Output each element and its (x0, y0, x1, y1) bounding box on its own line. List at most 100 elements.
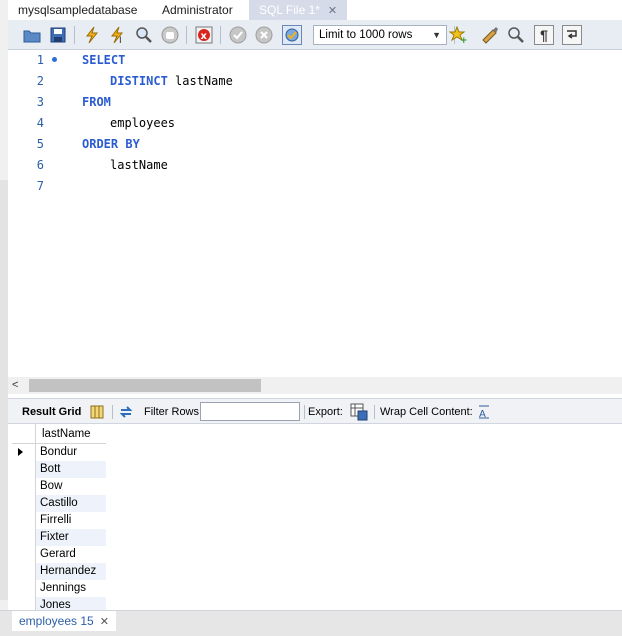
code-line: ORDER BY (82, 137, 140, 151)
tab-label: mysqlsampledatabase (18, 3, 138, 17)
row-header[interactable] (12, 444, 36, 461)
tab-label: SQL File 1* (259, 3, 320, 17)
close-tab-icon[interactable]: ✕ (328, 5, 337, 17)
toggle-error-icon[interactable]: x (194, 25, 214, 45)
sql-identifier: lastName (110, 158, 168, 172)
line-number: 7 (36, 179, 44, 193)
code-line: lastName (110, 158, 168, 172)
result-tab-employees[interactable]: employees 15 ✕ (12, 611, 116, 631)
sql-keyword: FROM (82, 95, 111, 109)
table-cell[interactable]: Bow (36, 478, 106, 495)
limit-rows-select[interactable]: Limit to 1000 rows ▼ (313, 25, 447, 45)
code-line: employees (110, 116, 175, 130)
tab-administrator[interactable]: Administrator (152, 0, 243, 20)
table-row[interactable]: Hernandez (12, 563, 106, 580)
tab-sql-file-1[interactable]: SQL File 1* ✕ (249, 0, 348, 20)
line-number: 1 (36, 53, 44, 67)
table-cell[interactable]: Bondur (36, 444, 106, 461)
row-header[interactable] (12, 512, 36, 529)
bookmark-icon[interactable]: + (448, 25, 468, 45)
code-line: FROM (82, 95, 111, 109)
sql-keyword: DISTINCT (110, 74, 168, 88)
statement-marker-icon (52, 57, 57, 62)
table-row[interactable]: Bondur (12, 444, 106, 461)
refresh-icon[interactable] (118, 404, 134, 423)
execute-icon[interactable] (82, 25, 102, 45)
sql-editor-toolbar: I x Limit to 1000 rows ▼ + ¶ (8, 20, 622, 50)
save-icon[interactable] (48, 25, 68, 45)
invisible-chars-icon[interactable]: ¶ (534, 25, 554, 45)
table-cell[interactable]: Bott (36, 461, 106, 478)
table-row[interactable]: Gerard (12, 546, 106, 563)
grid-header: lastName (12, 424, 106, 444)
sql-keyword: SELECT (82, 53, 126, 67)
commit-icon[interactable] (228, 25, 248, 45)
table-row[interactable]: Jennings (12, 580, 106, 597)
column-header-lastname[interactable]: lastName (42, 424, 91, 444)
result-tab-label: employees 15 (19, 614, 94, 628)
result-grid[interactable]: lastName Bondur Bott Bow Castillo Firrel… (12, 424, 106, 612)
table-cell[interactable]: Hernandez (36, 563, 106, 580)
line-number: 2 (36, 74, 44, 88)
toolbar-separator (374, 405, 375, 419)
find-icon[interactable] (506, 25, 526, 45)
tab-mysqlsampledatabase[interactable]: mysqlsampledatabase (8, 0, 147, 20)
toolbar-separator (186, 26, 187, 44)
wrap-cell-content-label: Wrap Cell Content: (380, 406, 473, 418)
open-folder-icon[interactable] (22, 25, 42, 45)
scrollbar-thumb[interactable] (29, 379, 261, 392)
grid-corner[interactable] (12, 424, 36, 444)
limit-rows-label: Limit to 1000 rows (319, 29, 413, 41)
execute-current-icon[interactable]: I (108, 25, 128, 45)
table-row[interactable]: Bott (12, 461, 106, 478)
line-number: 5 (36, 137, 44, 151)
table-cell[interactable]: Castillo (36, 495, 106, 512)
toolbar-separator (304, 405, 305, 419)
chevron-down-icon: ▼ (432, 30, 441, 40)
sql-keyword: ORDER BY (82, 137, 140, 151)
autocommit-icon[interactable] (282, 25, 302, 45)
export-label: Export: (308, 406, 343, 418)
row-header[interactable] (12, 495, 36, 512)
code-line: DISTINCT lastName (110, 74, 233, 88)
row-header[interactable] (12, 580, 36, 597)
wrap-cell-icon[interactable]: A (478, 405, 490, 422)
rollback-icon[interactable] (254, 25, 274, 45)
toolbar-separator (112, 405, 113, 419)
table-row[interactable]: Firrelli (12, 512, 106, 529)
stop-icon[interactable] (160, 25, 180, 45)
explain-icon[interactable] (134, 25, 154, 45)
sql-identifier: employees (110, 116, 176, 130)
table-cell[interactable]: Fixter (36, 529, 106, 546)
beautify-icon[interactable] (480, 25, 500, 45)
row-header[interactable] (12, 546, 36, 563)
current-row-icon (18, 448, 23, 456)
line-number: 6 (36, 158, 44, 172)
line-number: 3 (36, 95, 44, 109)
table-cell[interactable]: Jennings (36, 580, 106, 597)
row-header[interactable] (12, 461, 36, 478)
table-cell[interactable]: Gerard (36, 546, 106, 563)
svg-text:x: x (201, 31, 208, 42)
svg-text:+: + (460, 36, 467, 44)
connection-tabbar: mysqlsampledatabase Administrator SQL Fi… (8, 0, 622, 20)
result-grid-button[interactable]: Result Grid (22, 399, 81, 425)
editor-horizontal-scrollbar[interactable]: < (8, 377, 622, 394)
row-header[interactable] (12, 563, 36, 580)
row-header[interactable] (12, 478, 36, 495)
grid-view-icon[interactable] (90, 405, 104, 422)
close-tab-icon[interactable]: ✕ (100, 616, 109, 628)
row-header[interactable] (12, 529, 36, 546)
table-cell[interactable]: Firrelli (36, 512, 106, 529)
result-tabbar: employees 15 ✕ (0, 610, 622, 636)
wrap-icon[interactable] (562, 25, 582, 45)
sql-editor[interactable]: 1 SELECT 2 DISTINCT lastName 3 FROM 4 em… (8, 50, 622, 377)
table-row[interactable]: Bow (12, 478, 106, 495)
left-scrollbar[interactable] (0, 180, 8, 600)
toolbar-separator (74, 26, 75, 44)
export-icon[interactable] (350, 403, 368, 424)
filter-rows-input[interactable] (200, 402, 300, 421)
table-row[interactable]: Fixter (12, 529, 106, 546)
scroll-left-icon[interactable]: < (12, 377, 18, 394)
table-row[interactable]: Castillo (12, 495, 106, 512)
